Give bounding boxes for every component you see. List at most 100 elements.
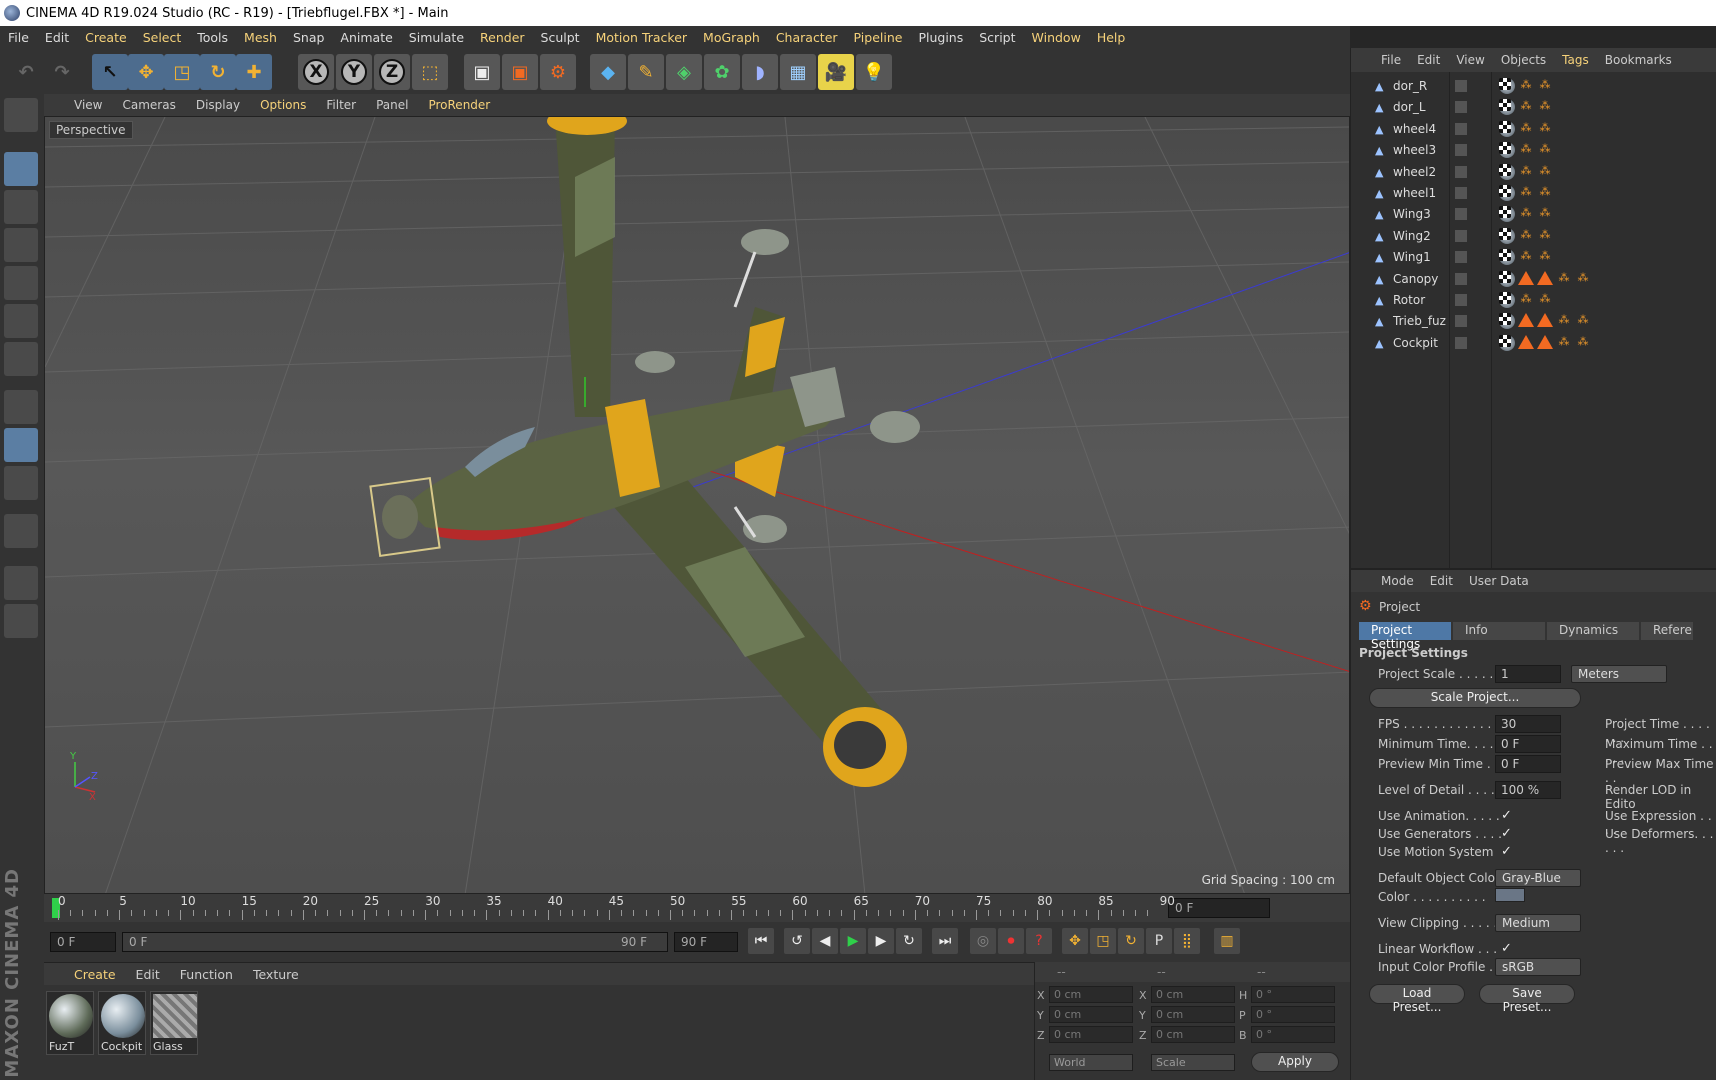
uvw-tag-icon[interactable]: ⁂ (1537, 185, 1553, 201)
object-name[interactable]: Rotor (1393, 293, 1425, 307)
axis-mode-icon[interactable] (4, 390, 38, 424)
tweak-mode-icon[interactable] (4, 428, 38, 462)
uvw-tag-icon[interactable]: ⁂ (1575, 335, 1591, 351)
texture-tag-icon[interactable] (1499, 78, 1511, 90)
attribute-menu-mode[interactable]: Mode (1373, 574, 1422, 588)
viewport-menu-display[interactable]: Display (186, 98, 250, 112)
previous-key-icon[interactable]: ↺ (784, 928, 810, 954)
object-name[interactable]: wheel1 (1393, 186, 1436, 200)
go-to-end-icon[interactable]: ⏭ (932, 928, 958, 954)
object-row-wheel2[interactable]: ▲ wheel2 ⁂ ⁂ (1351, 162, 1716, 183)
object-row-cockpit[interactable]: ▲ Cockpit ⁂ ⁂ (1351, 333, 1716, 354)
object-row-wheel3[interactable]: ▲ wheel3 ⁂ ⁂ (1351, 140, 1716, 161)
object-name[interactable]: dor_L (1393, 100, 1426, 114)
attribute-menu-edit[interactable]: Edit (1422, 574, 1461, 588)
parameter-key-icon[interactable]: P (1146, 928, 1172, 954)
material-menu-texture[interactable]: Texture (243, 967, 309, 982)
model-mode-icon[interactable] (4, 152, 38, 186)
texture-tag-icon[interactable] (1499, 227, 1511, 240)
object-name[interactable]: Wing3 (1393, 207, 1431, 221)
coordinate-field[interactable]: 0 ° (1251, 1026, 1335, 1043)
object-row-wing1[interactable]: ▲ Wing1 ⁂ ⁂ (1351, 247, 1716, 268)
uvw-tag-icon[interactable]: ⁂ (1518, 121, 1534, 137)
load-preset-button[interactable]: Load Preset... (1369, 984, 1465, 1014)
visibility-toggle-icon[interactable] (1455, 336, 1467, 349)
visibility-toggle-icon[interactable] (1455, 122, 1467, 135)
x-axis-lock-icon[interactable]: X (298, 54, 334, 90)
texture-tag-icon[interactable] (1499, 292, 1511, 304)
tab-project-settings[interactable]: Project Settings (1359, 622, 1451, 651)
coordinate-field[interactable]: 0 cm (1049, 1026, 1133, 1043)
uvw-tag-icon[interactable]: ⁂ (1518, 164, 1534, 180)
texture-tag-icon[interactable] (1499, 270, 1511, 283)
points-mode-icon[interactable] (4, 266, 38, 300)
coordinate-field[interactable]: 0 ° (1251, 986, 1335, 1003)
menu-motion-tracker[interactable]: Motion Tracker (588, 30, 695, 45)
scale-project-button[interactable]: Scale Project... (1369, 688, 1581, 708)
object-row-dor-l[interactable]: ▲ dor_L ⁂ ⁂ (1351, 97, 1716, 118)
view-clipping-dropdown[interactable]: Medium (1495, 914, 1581, 932)
make-editable-icon[interactable] (4, 98, 38, 132)
viewport-menu-prorender[interactable]: ProRender (418, 98, 500, 112)
level-of-detail-field[interactable]: 100 % (1495, 781, 1561, 799)
visibility-toggle-icon[interactable] (1455, 315, 1467, 328)
cube-primitive-icon[interactable]: ◆ (590, 54, 626, 90)
camera-icon[interactable]: 🎥 (818, 54, 854, 90)
menu-mesh[interactable]: Mesh (236, 30, 285, 45)
object-row-wheel4[interactable]: ▲ wheel4 ⁂ ⁂ (1351, 119, 1716, 140)
scheme-menu-icon[interactable]: ▥ (1214, 928, 1240, 954)
tab-info[interactable]: Info (1453, 622, 1545, 640)
object-menu-tags[interactable]: Tags (1554, 53, 1597, 67)
object-name[interactable]: wheel4 (1393, 122, 1436, 136)
viewport-menu-cameras[interactable]: Cameras (112, 98, 185, 112)
object-name[interactable]: dor_R (1393, 79, 1427, 93)
edges-mode-icon[interactable] (4, 304, 38, 338)
render-to-picture-viewer-icon[interactable]: ▣ (502, 54, 538, 90)
uvw-tag-icon[interactable]: ⁂ (1537, 121, 1553, 137)
uvw-tag-icon[interactable]: ⁂ (1556, 335, 1572, 351)
phong-tag-icon[interactable] (1518, 313, 1534, 328)
use-animation-checkbox[interactable]: ✓ (1501, 809, 1513, 822)
object-row-wing3[interactable]: ▲ Wing3 ⁂ ⁂ (1351, 204, 1716, 225)
play-forward-icon[interactable]: ▶ (840, 928, 866, 954)
cloner-icon[interactable]: ✿ (704, 54, 740, 90)
object-menu-view[interactable]: View (1448, 53, 1492, 67)
texture-tag-icon[interactable] (1499, 120, 1511, 133)
object-row-dor-r[interactable]: ▲ dor_R ⁂ ⁂ (1351, 76, 1716, 97)
phong-tag-icon[interactable] (1537, 313, 1553, 328)
uvw-tag-icon[interactable]: ⁂ (1518, 206, 1534, 222)
uvw-tag-icon[interactable]: ⁂ (1537, 164, 1553, 180)
coordinate-field[interactable]: 0 cm (1151, 986, 1235, 1003)
uvw-tag-icon[interactable]: ⁂ (1518, 228, 1534, 244)
coordinate-field[interactable]: 0 cm (1151, 1026, 1235, 1043)
subdivision-surface-icon[interactable]: ◈ (666, 54, 702, 90)
visibility-toggle-icon[interactable] (1455, 144, 1467, 157)
uvw-tag-icon[interactable]: ⁂ (1518, 142, 1534, 158)
menu-create[interactable]: Create (77, 30, 135, 45)
menu-edit[interactable]: Edit (37, 30, 77, 45)
object-row-wing2[interactable]: ▲ Wing2 ⁂ ⁂ (1351, 226, 1716, 247)
phong-tag-icon[interactable] (1537, 270, 1553, 285)
preview-min-time-field[interactable]: 0 F (1495, 755, 1561, 773)
coordinate-field[interactable]: 0 cm (1151, 1006, 1235, 1023)
menu-pipeline[interactable]: Pipeline (846, 30, 911, 45)
light-icon[interactable]: 💡 (856, 54, 892, 90)
size-mode-dropdown[interactable]: Scale (1151, 1054, 1235, 1071)
coordinate-field[interactable]: 0 ° (1251, 1006, 1335, 1023)
visibility-toggle-icon[interactable] (1455, 208, 1467, 221)
uvw-tag-icon[interactable]: ⁂ (1537, 249, 1553, 265)
uvw-tag-icon[interactable]: ⁂ (1537, 78, 1553, 94)
uvw-tag-icon[interactable]: ⁂ (1537, 99, 1553, 115)
visibility-toggle-icon[interactable] (1455, 229, 1467, 242)
object-menu-file[interactable]: File (1373, 53, 1409, 67)
polygons-mode-icon[interactable] (4, 342, 38, 376)
position-key-icon[interactable]: ✥ (1062, 928, 1088, 954)
apply-button[interactable]: Apply (1251, 1052, 1339, 1072)
redo-icon[interactable]: ↷ (44, 54, 80, 90)
viewport-menu-filter[interactable]: Filter (316, 98, 366, 112)
use-generators-checkbox[interactable]: ✓ (1501, 827, 1513, 840)
uvw-tag-icon[interactable]: ⁂ (1518, 78, 1534, 94)
object-menu-edit[interactable]: Edit (1409, 53, 1448, 67)
project-scale-unit-dropdown[interactable]: Meters (1571, 665, 1667, 683)
viewport-camera-label[interactable]: Perspective (49, 121, 133, 139)
